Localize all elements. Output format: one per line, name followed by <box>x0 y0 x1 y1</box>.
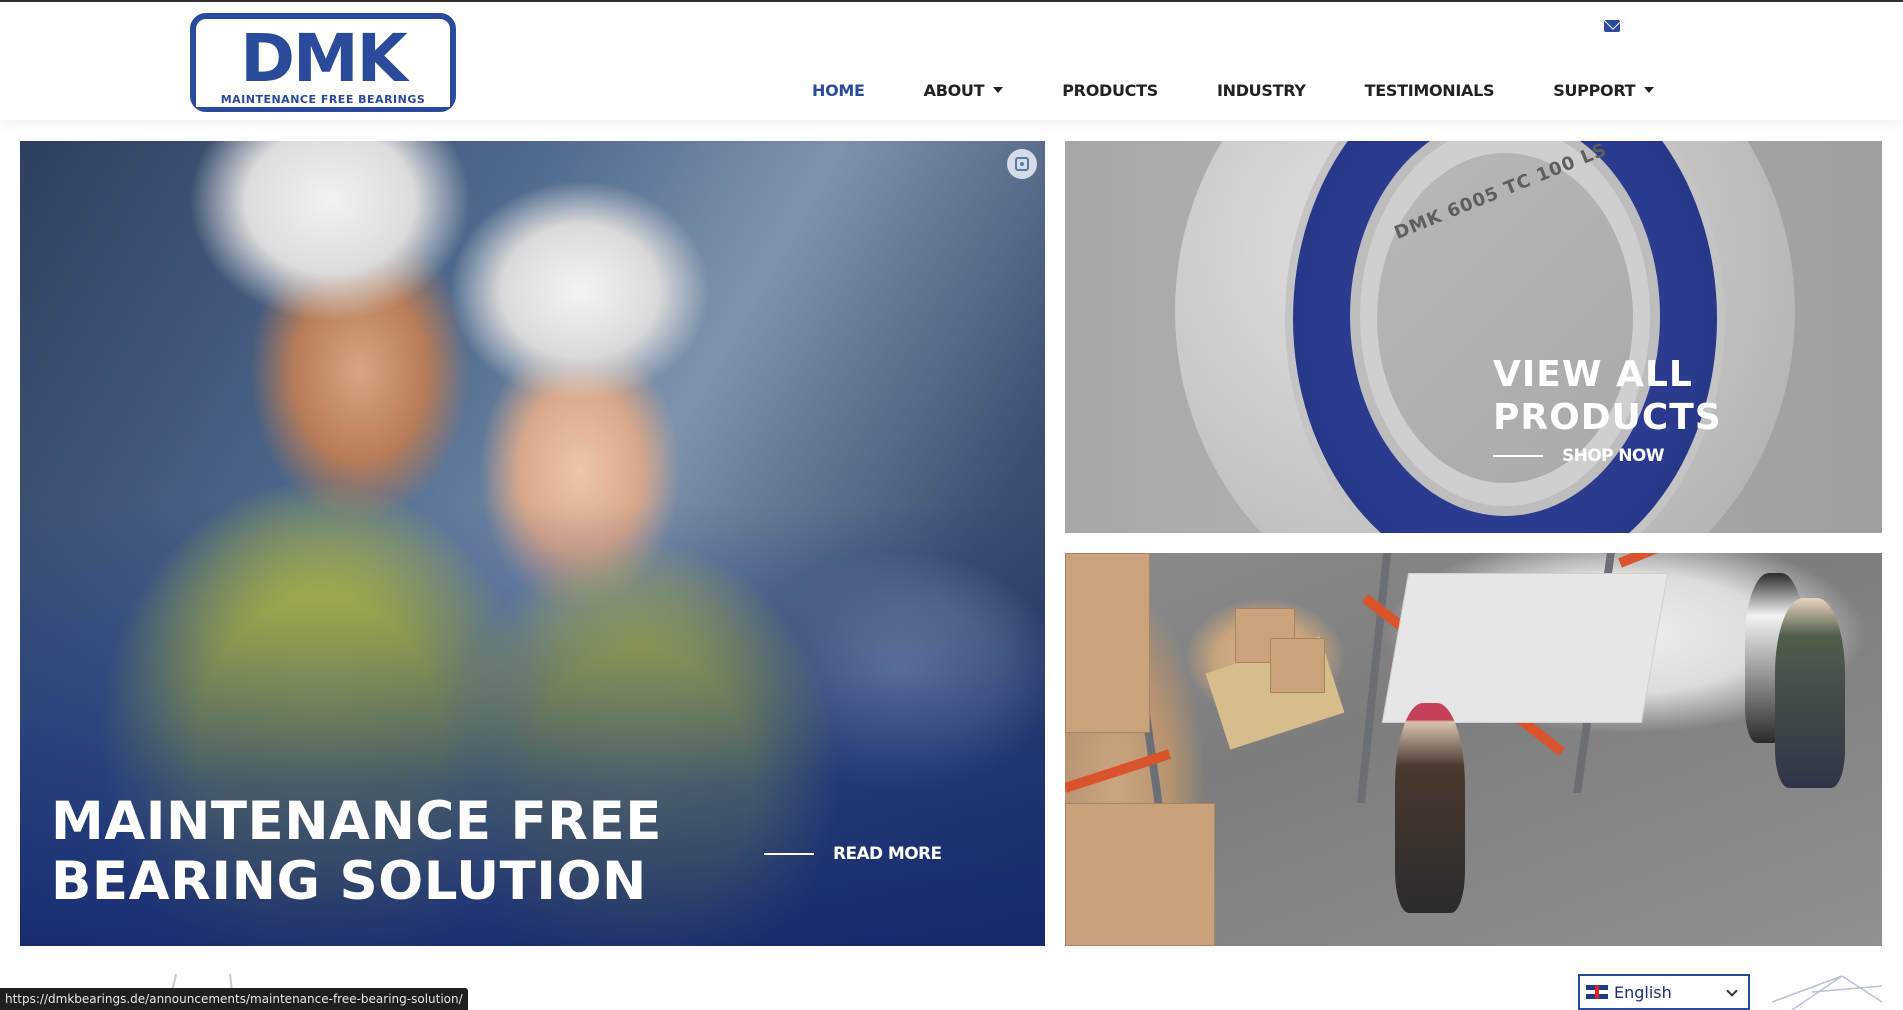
site-header: DMK MAINTENANCE FREE BEARINGS HOME ABOUT… <box>0 2 1903 120</box>
envelope-icon[interactable] <box>1604 20 1620 32</box>
nav-testimonials-label: TESTIMONIALS <box>1364 80 1495 100</box>
nav-products-label: PRODUCTS <box>1062 80 1158 100</box>
site-logo[interactable]: DMK MAINTENANCE FREE BEARINGS <box>190 13 456 112</box>
shop-now-label: SHOP NOW <box>1562 446 1665 466</box>
nav-about-label: ABOUT <box>923 80 985 100</box>
cardboard-box <box>1065 553 1150 733</box>
cardboard-box <box>1270 638 1325 693</box>
nav-home-label: HOME <box>812 80 865 100</box>
shop-now-link[interactable]: SHOP NOW <box>1493 446 1665 466</box>
hero-title: MAINTENANCE FREE BEARING SOLUTION <box>51 791 662 912</box>
caret-down-icon <box>993 87 1004 93</box>
products-tile[interactable]: DMK 6005 TC 100 LS VIEW ALL PRODUCTS SHO… <box>1065 141 1882 533</box>
read-more-link[interactable]: READ MORE <box>764 844 942 864</box>
caret-down-icon <box>1644 87 1655 93</box>
nav-home[interactable]: HOME <box>812 81 865 100</box>
visual-search-icon[interactable] <box>1007 149 1037 179</box>
uk-flag-icon <box>1586 985 1608 999</box>
main-nav: HOME ABOUT PRODUCTS INDUSTRY TESTIMONIAL… <box>812 78 1655 102</box>
decorative-lines <box>1772 975 1882 1010</box>
read-more-label: READ MORE <box>833 844 942 864</box>
warehouse-tile[interactable] <box>1065 553 1882 946</box>
link-preview-url: https://dmkbearings.de/announcements/mai… <box>0 988 468 1010</box>
language-selector[interactable]: English <box>1578 974 1750 1010</box>
products-title: VIEW ALL PRODUCTS <box>1493 354 1722 438</box>
hero-tile[interactable]: MAINTENANCE FREE BEARING SOLUTION READ M… <box>20 141 1045 946</box>
nav-industry-label: INDUSTRY <box>1216 80 1306 100</box>
language-label: English <box>1614 982 1672 1002</box>
logo-mark: DMK <box>240 20 408 97</box>
nav-about[interactable]: ABOUT <box>924 81 1004 100</box>
cardboard-box <box>1065 803 1215 946</box>
worker-figure <box>1775 598 1845 788</box>
rack-beam <box>1618 553 1863 568</box>
cta-line <box>764 853 814 855</box>
cta-line <box>1493 455 1543 457</box>
rack-upright <box>1356 553 1392 803</box>
pallet-load <box>1381 573 1669 723</box>
logo-tagline: MAINTENANCE FREE BEARINGS <box>196 93 450 107</box>
chevron-down-icon <box>1726 985 1738 997</box>
nav-testimonials[interactable]: TESTIMONIALS <box>1365 81 1495 100</box>
nav-support-label: SUPPORT <box>1553 80 1636 100</box>
nav-support[interactable]: SUPPORT <box>1553 80 1655 100</box>
nav-products[interactable]: PRODUCTS <box>1062 81 1158 100</box>
worker-figure <box>1395 703 1465 913</box>
nav-industry[interactable]: INDUSTRY <box>1217 81 1306 100</box>
